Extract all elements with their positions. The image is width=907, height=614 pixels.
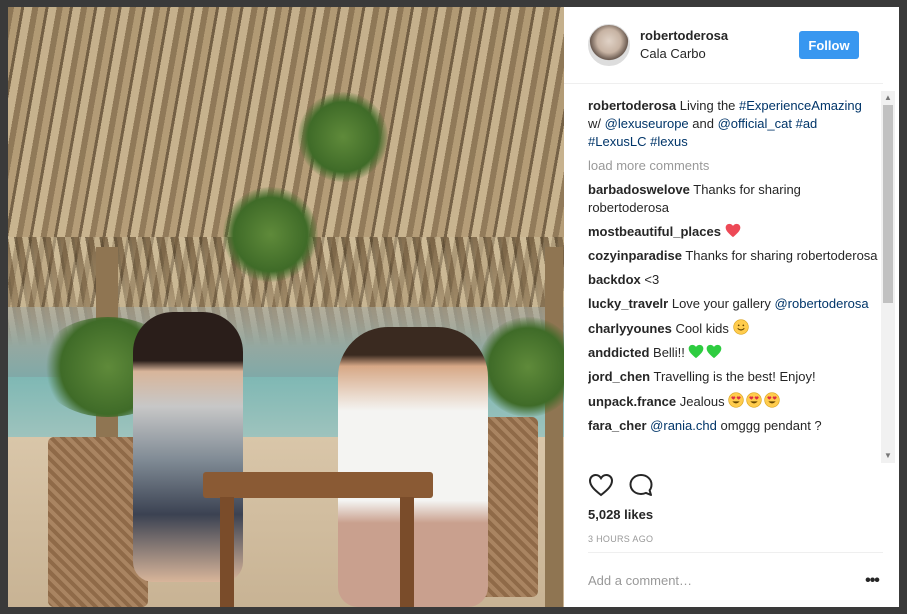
hashtag-link[interactable]: #lexus (650, 134, 688, 149)
like-heart-icon[interactable] (588, 473, 614, 497)
mention-link[interactable]: @official_cat (718, 116, 792, 131)
header-meta: robertoderosa Cala Carbo (640, 27, 799, 63)
green-heart-emoji-icon (707, 344, 722, 359)
comment-username[interactable]: mostbeautiful_places (588, 224, 721, 239)
comment: backdox <3 (588, 271, 878, 289)
heart-eyes-emoji-icon (746, 392, 762, 408)
comment-text: Belli!! (649, 345, 689, 360)
comment: fara_cher @rania.chd omggg pendant ? (588, 417, 878, 435)
mention-link[interactable]: @lexuseurope (605, 116, 689, 131)
follow-button[interactable]: Follow (799, 31, 859, 59)
post-header: robertoderosa Cala Carbo Follow (564, 7, 883, 84)
comment: barbadoswelove Thanks for sharing robert… (588, 181, 878, 217)
avatar[interactable] (588, 24, 630, 66)
more-options-icon[interactable]: ••• (861, 572, 883, 590)
comment: jord_chen Travelling is the best! Enjoy! (588, 368, 878, 386)
photo-table (203, 472, 433, 498)
add-comment-input[interactable] (588, 573, 861, 588)
comment: cozyinparadise Thanks for sharing robert… (588, 247, 878, 265)
comment: lucky_travelr Love your gallery @roberto… (588, 295, 878, 313)
comment-text: Cool kids (671, 321, 733, 336)
hashtag-link[interactable]: #LexusLC (588, 134, 647, 149)
red-heart-emoji-icon (725, 223, 740, 238)
caption-username[interactable]: robertoderosa (588, 98, 676, 113)
scroll-down-arrow-icon[interactable]: ▼ (884, 452, 892, 460)
comment: charlyyounes Cool kids (588, 319, 878, 338)
comment-username[interactable]: unpack.france (588, 394, 676, 409)
post-photo[interactable] (8, 7, 564, 607)
comment-text: Travelling is the best! Enjoy! (650, 369, 816, 384)
header-location[interactable]: Cala Carbo (640, 45, 799, 63)
scrollbar-thumb[interactable] (883, 105, 893, 303)
post-sidebar: robertoderosa Cala Carbo Follow robertod… (564, 7, 899, 607)
likes-count[interactable]: 5,028 likes (588, 507, 653, 522)
caption-text: and (688, 116, 718, 131)
comment: unpack.france Jealous (588, 392, 878, 411)
photo-hanging-plant (298, 92, 388, 182)
comment-username[interactable]: jord_chen (588, 369, 650, 384)
post-actions (588, 473, 654, 501)
add-comment-bar: ••• (588, 552, 883, 608)
comment-username[interactable]: fara_cher (588, 418, 647, 433)
heart-eyes-emoji-icon (728, 392, 744, 408)
smiling-face-emoji-icon (732, 319, 749, 335)
hashtag-link[interactable]: #ExperienceAmazing (739, 98, 862, 113)
photo-table-leg (220, 497, 234, 607)
comments-list[interactable]: robertoderosa Living the #ExperienceAmaz… (588, 97, 878, 465)
photo-hanging-plant (223, 187, 318, 282)
post-modal: robertoderosa Cala Carbo Follow robertod… (8, 7, 899, 607)
mention-link[interactable]: @robertoderosa (774, 296, 868, 311)
caption-text: w/ (588, 116, 605, 131)
load-more-comments-link[interactable]: load more comments (588, 157, 878, 175)
comment-bubble-icon[interactable] (628, 473, 654, 497)
comment-username[interactable]: charlyyounes (588, 321, 672, 336)
comment-username[interactable]: backdox (588, 272, 641, 287)
scroll-up-arrow-icon[interactable]: ▲ (884, 94, 892, 102)
comments-scrollbar[interactable]: ▲ ▼ (881, 91, 895, 463)
photo-table-leg (400, 497, 414, 607)
green-heart-emoji-icon (689, 344, 704, 359)
photo-pole (545, 247, 563, 607)
comment: mostbeautiful_places (588, 223, 878, 241)
hashtag-link[interactable]: #ad (796, 116, 818, 131)
comment-username[interactable]: anddicted (588, 345, 649, 360)
comment-text: <3 (640, 272, 660, 287)
header-username[interactable]: robertoderosa (640, 27, 799, 45)
comment-text: Jealous (676, 394, 729, 409)
comment-username[interactable]: barbadoswelove (588, 182, 690, 197)
comment-text: omggg pendant ? (716, 418, 822, 433)
comment-username[interactable]: lucky_travelr (588, 296, 668, 311)
caption: robertoderosa Living the #ExperienceAmaz… (588, 97, 878, 151)
caption-text: Living the (676, 98, 740, 113)
mention-link[interactable]: @rania.chd (650, 418, 717, 433)
heart-eyes-emoji-icon (764, 392, 780, 408)
comment-username[interactable]: cozyinparadise (588, 248, 682, 263)
comment: anddicted Belli!! (588, 344, 878, 362)
post-timestamp[interactable]: 3 HOURS AGO (588, 534, 653, 544)
comment-text: Love your gallery (668, 296, 775, 311)
comment-text: Thanks for sharing robertoderosa (681, 248, 878, 263)
